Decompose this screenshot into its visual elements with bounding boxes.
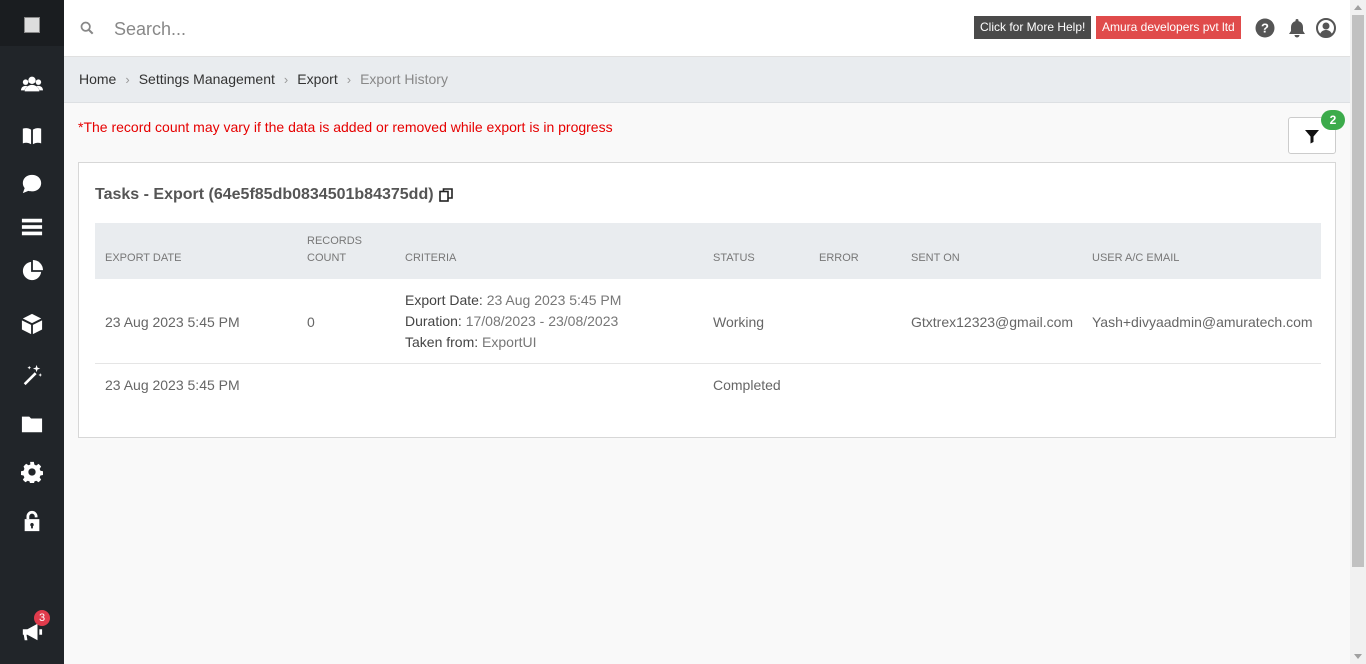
criteria-duration-value: 17/08/2023 - 23/08/2023	[465, 313, 619, 329]
filter-icon	[1305, 129, 1319, 143]
criteria-export-date-label: Export Date:	[405, 292, 483, 308]
bell-icon[interactable]	[1287, 18, 1307, 38]
sidebar-item-products[interactable]	[16, 308, 48, 340]
pie-chart-icon	[22, 260, 43, 281]
copy-icon[interactable]	[439, 188, 453, 202]
criteria-taken-from-label: Taken from:	[405, 334, 479, 350]
column-header-records-count: Records Count	[307, 235, 363, 264]
cell-status: Completed	[713, 377, 781, 393]
table-row: 23 Aug 2023 5:45 PM Completed	[95, 364, 1321, 406]
users-icon	[21, 76, 43, 92]
folder-icon	[21, 416, 43, 433]
breadcrumb: Home › Settings Management › Export › Ex…	[79, 71, 448, 87]
breadcrumb-home[interactable]: Home	[79, 71, 116, 87]
column-header-error: Error	[819, 252, 859, 264]
cell-criteria: Export Date: 23 Aug 2023 5:45 PM Duratio…	[405, 290, 621, 353]
chevron-right-icon: ›	[283, 71, 289, 87]
scroll-up-arrow-icon[interactable]	[1354, 5, 1362, 10]
chat-icon	[22, 174, 42, 194]
criteria-export-date-value: 23 Aug 2023 5:45 PM	[486, 292, 622, 308]
export-task-card: Tasks - Export (64e5f85db0834501b84375dd…	[78, 162, 1336, 438]
scroll-down-arrow-icon[interactable]	[1354, 654, 1362, 659]
cell-user-email: Yash+divyaadmin@amuratech.com	[1092, 314, 1313, 330]
sidebar-item-users[interactable]	[16, 68, 48, 100]
sidebar-item-reports[interactable]	[16, 255, 48, 287]
table-header: Export Date Records Count Criteria Statu…	[95, 223, 1321, 279]
book-icon	[22, 128, 42, 145]
column-header-user-email: User A/C Email	[1092, 252, 1180, 264]
cell-export-date: 23 Aug 2023 5:45 PM	[105, 314, 240, 330]
sidebar-item-settings[interactable]	[16, 456, 48, 488]
sidebar-item-automation[interactable]	[16, 359, 48, 391]
column-header-export-date: Export Date	[105, 252, 182, 264]
help-circle-icon[interactable]: ?	[1255, 18, 1275, 38]
cell-records-count: 0	[307, 314, 315, 330]
column-header-sent-on: Sent On	[911, 252, 960, 264]
search-icon	[80, 21, 94, 35]
chevron-right-icon: ›	[125, 71, 130, 87]
logo[interactable]	[0, 0, 64, 46]
scrollbar-thumb[interactable]	[1352, 15, 1364, 567]
sidebar: 3	[0, 0, 64, 664]
chevron-right-icon: ›	[346, 71, 352, 87]
breadcrumb-bar: Home › Settings Management › Export › Ex…	[64, 57, 1350, 103]
top-bar: Click for More Help! Amura developers pv…	[64, 0, 1350, 57]
criteria-duration-label: Duration:	[405, 313, 462, 329]
table-row: 23 Aug 2023 5:45 PM 0 Export Date: 23 Au…	[95, 279, 1321, 364]
magic-wand-icon	[23, 364, 43, 386]
user-avatar-icon[interactable]	[1316, 18, 1336, 38]
criteria-taken-from-value: ExportUI	[482, 334, 537, 350]
cell-export-date: 23 Aug 2023 5:45 PM	[105, 377, 240, 393]
filter-count-badge: 2	[1321, 110, 1345, 130]
column-header-status: Status	[713, 252, 755, 264]
sidebar-item-security[interactable]	[16, 505, 48, 537]
breadcrumb-export[interactable]: Export	[297, 71, 337, 87]
breadcrumb-current: Export History	[360, 71, 448, 87]
sidebar-item-files[interactable]	[16, 408, 48, 440]
list-icon	[21, 218, 43, 236]
column-header-criteria: Criteria	[405, 252, 457, 264]
svg-text:?: ?	[1261, 21, 1269, 36]
announcements-badge: 3	[34, 610, 50, 626]
cell-sent-on: Gtxtrex12323@gmail.com	[911, 314, 1074, 330]
record-count-notice: *The record count may vary if the data i…	[78, 119, 613, 135]
search-input[interactable]	[114, 14, 574, 44]
lock-icon	[24, 510, 40, 532]
sidebar-item-list[interactable]	[16, 211, 48, 243]
card-title: Tasks - Export (64e5f85db0834501b84375dd…	[95, 186, 434, 203]
announcements-button[interactable]: 3	[16, 610, 50, 648]
sidebar-item-library[interactable]	[16, 120, 48, 152]
cell-status: Working	[713, 314, 765, 330]
broken-image-icon	[24, 17, 40, 33]
breadcrumb-settings-management[interactable]: Settings Management	[139, 71, 275, 87]
gear-icon	[21, 461, 43, 483]
help-button[interactable]: Click for More Help!	[974, 16, 1092, 39]
sidebar-item-chat[interactable]	[16, 168, 48, 200]
cube-icon	[21, 313, 43, 335]
page-scrollbar[interactable]	[1350, 0, 1366, 664]
organization-button[interactable]: Amura developers pvt ltd	[1096, 16, 1241, 39]
